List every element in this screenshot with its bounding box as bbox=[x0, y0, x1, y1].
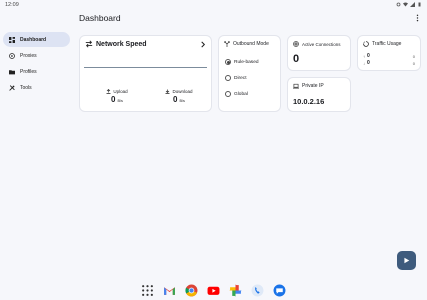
radio-global[interactable] bbox=[225, 91, 231, 97]
sidebar: Dashboard Proxies Profiles Tools bbox=[3, 32, 70, 96]
laptop-icon bbox=[293, 83, 299, 89]
active-connections-value: 0 bbox=[293, 53, 300, 65]
traffic-usage-title: Traffic Usage bbox=[372, 41, 402, 47]
traffic-usage-card[interactable]: Traffic Usage ↑ 0 0 ↓ 0 0 bbox=[357, 35, 421, 71]
tools-icon bbox=[9, 84, 15, 91]
mode-option-direct[interactable]: Direct bbox=[225, 75, 247, 81]
network-speed-title: Network Speed bbox=[96, 40, 147, 48]
dock-messages[interactable] bbox=[273, 284, 286, 297]
more-vert-icon bbox=[416, 14, 418, 22]
traffic-download-total: 0 bbox=[412, 60, 415, 66]
chevron-right-icon[interactable] bbox=[200, 41, 206, 48]
traffic-upload-row: ↑ 0 0 bbox=[363, 53, 415, 59]
sidebar-item-label: Tools bbox=[20, 84, 32, 91]
private-ip-value: 10.0.2.16 bbox=[293, 97, 325, 106]
outbound-mode-title: Outbound Mode bbox=[233, 41, 269, 47]
mode-option-label: Global bbox=[234, 91, 248, 97]
radar-icon bbox=[293, 41, 299, 47]
mode-option-rule-based[interactable]: Rule-based bbox=[225, 59, 259, 65]
chrome-icon bbox=[185, 284, 198, 296]
dock-phone[interactable] bbox=[251, 284, 264, 297]
active-connections-header: Active Connections bbox=[293, 41, 341, 47]
download-label: Download bbox=[172, 89, 193, 94]
wifi-icon bbox=[403, 2, 408, 7]
sidebar-item-label: Profiles bbox=[20, 68, 37, 75]
mode-option-global[interactable]: Global bbox=[225, 91, 248, 97]
upload-label: Upload bbox=[113, 89, 128, 94]
folder-icon bbox=[9, 69, 15, 74]
outbound-mode-header: Outbound Mode bbox=[224, 41, 269, 47]
status-icons bbox=[396, 2, 422, 7]
play-icon bbox=[404, 257, 410, 264]
proxies-icon bbox=[9, 52, 15, 59]
start-button[interactable] bbox=[397, 251, 416, 270]
network-speed-card[interactable]: Network Speed Upload 0 B/s Download 0 B/s bbox=[79, 35, 212, 112]
upload-stat: Upload 0 B/s bbox=[92, 89, 142, 104]
private-ip-title: Private IP bbox=[302, 83, 324, 89]
battery-icon bbox=[418, 2, 421, 7]
mode-option-label: Direct bbox=[234, 75, 247, 81]
call-split-icon bbox=[224, 41, 230, 47]
radio-direct[interactable] bbox=[225, 75, 231, 81]
sidebar-item-label: Proxies bbox=[20, 52, 37, 59]
upload-icon bbox=[106, 89, 111, 94]
dock-gmail[interactable] bbox=[163, 284, 176, 297]
outbound-mode-card: Outbound Mode Rule-based Direct Global bbox=[218, 35, 281, 112]
active-connections-title: Active Connections bbox=[302, 41, 341, 47]
app-drawer-icon bbox=[142, 284, 153, 296]
upload-unit: B/s bbox=[117, 99, 123, 103]
youtube-icon bbox=[207, 286, 220, 295]
traffic-usage-header: Traffic Usage bbox=[363, 41, 401, 47]
photos-icon bbox=[229, 284, 242, 296]
upload-value: 0 bbox=[111, 95, 116, 104]
mode-option-label: Rule-based bbox=[234, 59, 259, 65]
radio-rule-based[interactable] bbox=[225, 59, 231, 65]
arrow-up-icon: ↑ bbox=[363, 53, 365, 59]
gear-icon bbox=[396, 2, 401, 7]
phone-icon bbox=[251, 284, 264, 296]
messages-icon bbox=[273, 284, 286, 296]
dashboard-icon bbox=[9, 36, 15, 43]
traffic-download-value: 0 bbox=[367, 60, 370, 66]
dock-photos[interactable] bbox=[229, 284, 242, 297]
private-ip-card[interactable]: Private IP 10.0.2.16 bbox=[287, 77, 351, 112]
traffic-upload-total: 0 bbox=[412, 53, 415, 59]
app-dock bbox=[141, 283, 291, 297]
dock-chrome[interactable] bbox=[185, 284, 198, 297]
active-connections-card[interactable]: Active Connections 0 bbox=[287, 35, 351, 71]
private-ip-header: Private IP bbox=[293, 83, 324, 89]
data-usage-icon bbox=[363, 41, 369, 47]
sidebar-item-dashboard[interactable]: Dashboard bbox=[3, 32, 70, 47]
status-time: 12:09 bbox=[5, 1, 19, 8]
gmail-icon bbox=[164, 286, 175, 295]
traffic-download-row: ↓ 0 0 bbox=[363, 60, 415, 66]
sidebar-item-tools[interactable]: Tools bbox=[3, 80, 70, 95]
download-icon bbox=[165, 89, 170, 94]
download-unit: B/s bbox=[179, 99, 185, 103]
download-stat: Download 0 B/s bbox=[154, 89, 204, 104]
speed-chart-line bbox=[84, 67, 207, 68]
sidebar-item-label: Dashboard bbox=[20, 36, 47, 43]
traffic-upload-value: 0 bbox=[367, 53, 370, 59]
sidebar-item-proxies[interactable]: Proxies bbox=[3, 48, 70, 63]
download-value: 0 bbox=[173, 95, 178, 104]
dock-youtube[interactable] bbox=[207, 284, 220, 297]
more-options-button[interactable] bbox=[413, 13, 421, 23]
dock-app-drawer[interactable] bbox=[141, 284, 154, 297]
page-title: Dashboard bbox=[79, 13, 121, 23]
status-bar: 12:09 bbox=[0, 0, 427, 9]
sidebar-item-profiles[interactable]: Profiles bbox=[3, 64, 70, 79]
swap-arrows-icon bbox=[85, 40, 93, 48]
signal-icon bbox=[410, 2, 415, 7]
network-speed-header: Network Speed bbox=[85, 40, 147, 48]
arrow-down-icon: ↓ bbox=[363, 60, 365, 66]
